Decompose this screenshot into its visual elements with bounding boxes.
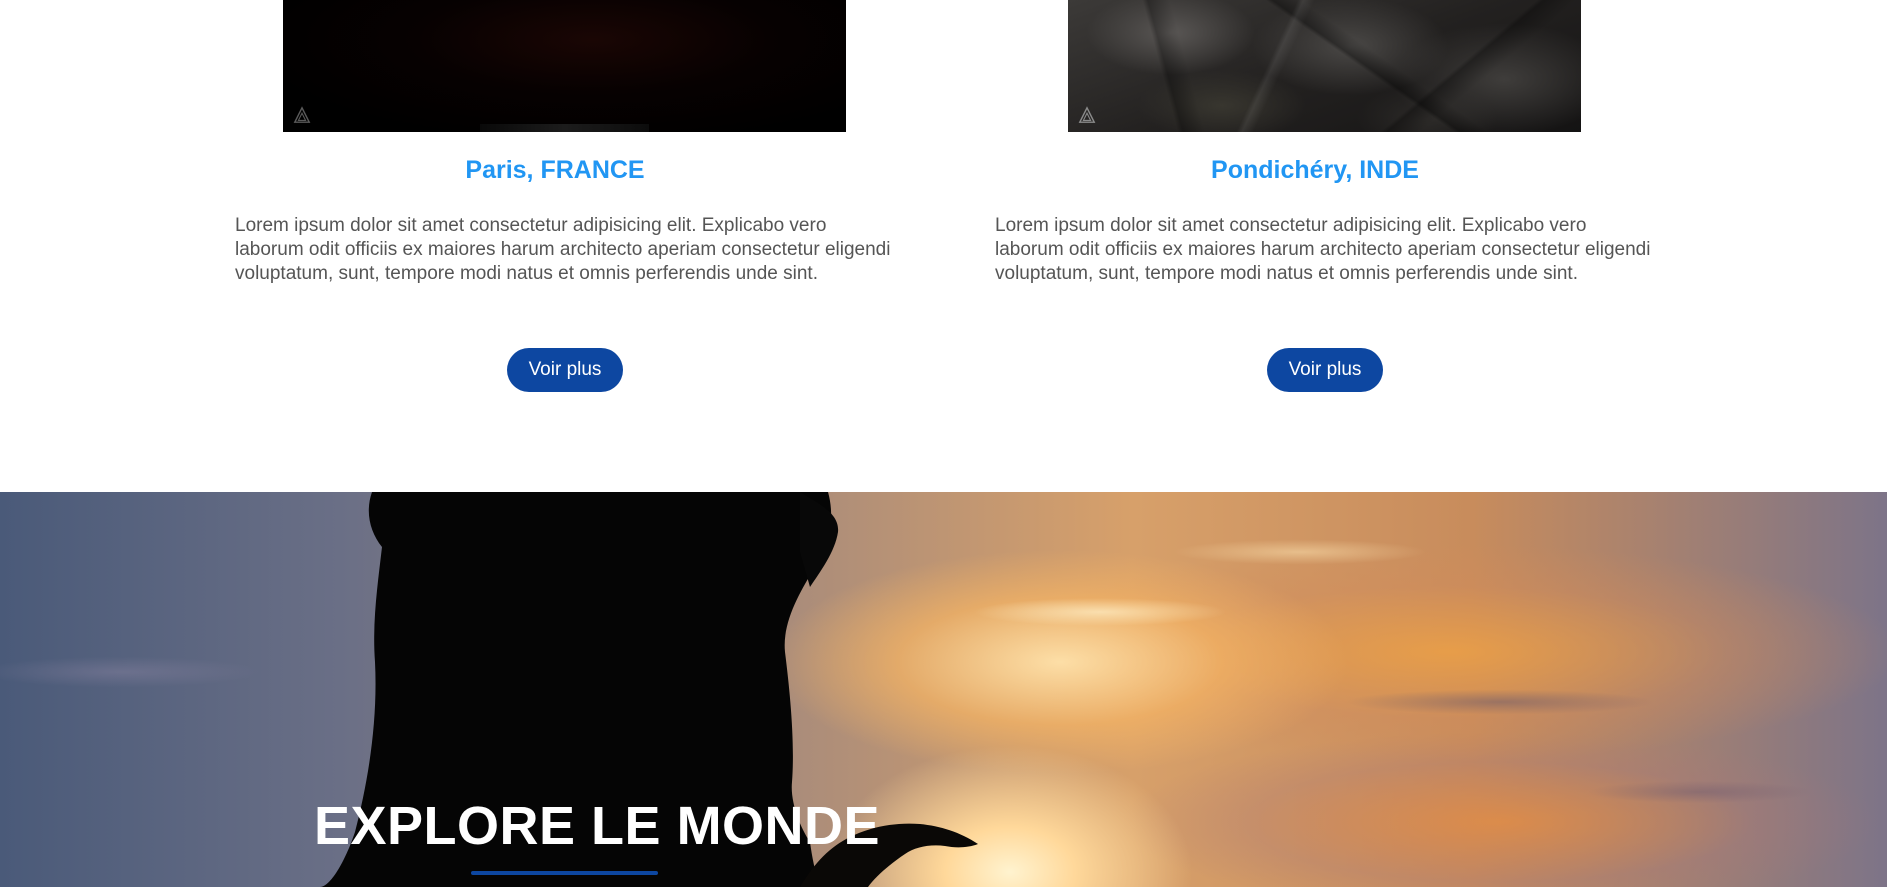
photo-watermark-icon [293,106,311,123]
photo-watermark-icon [1078,106,1096,123]
paris-image [283,0,846,132]
card-description: Lorem ipsum dolor sit amet consectetur a… [995,215,1651,284]
card-description: Lorem ipsum dolor sit amet consectetur a… [235,215,891,284]
pondichery-image [1068,0,1581,132]
voir-plus-button[interactable]: Voir plus [1267,348,1383,392]
page: Paris, FRANCE Lorem ipsum dolor sit amet… [0,0,1887,887]
card-title: Pondichéry, INDE [1211,156,1419,184]
hero-banner [0,492,1887,887]
voir-plus-button[interactable]: Voir plus [507,348,623,392]
card-title: Paris, FRANCE [465,156,645,184]
person-silhouette-image [320,492,978,887]
hero-title: EXPLORE LE MONDE [314,796,881,856]
hero-title-underline [471,871,658,875]
